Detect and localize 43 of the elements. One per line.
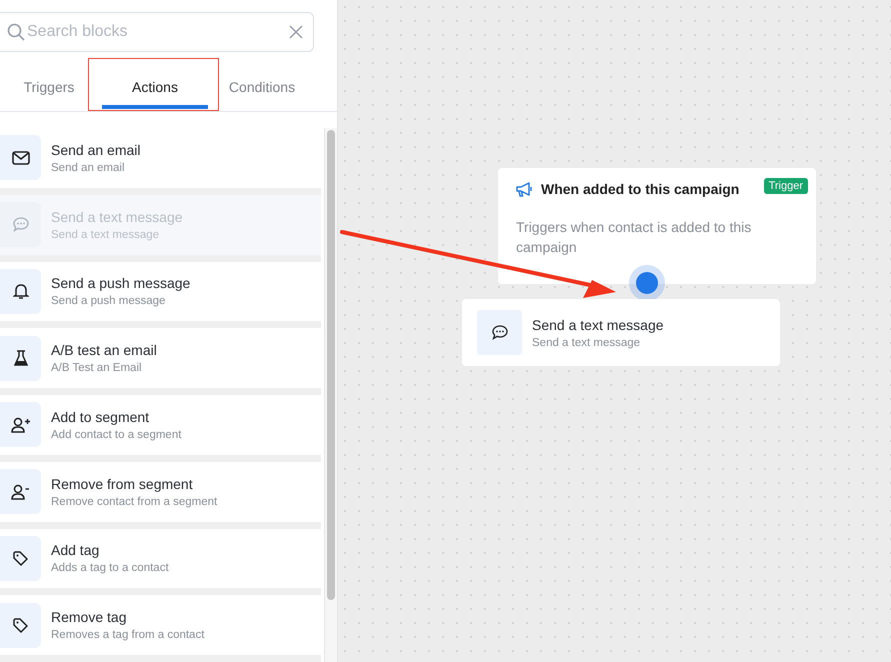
block-subtitle: Removes a tag from a contact (51, 629, 204, 642)
tab[interactable]: Triggers (0, 66, 98, 111)
block-subtitle: Add contact to a segment (51, 428, 182, 441)
block-title: Remove tag (51, 609, 128, 626)
chat-bubble-icon (492, 325, 508, 340)
block-subtitle: Send a text message (51, 228, 160, 241)
block-item[interactable]: Send a push message Send a push message (0, 262, 321, 328)
block-subtitle: A/B Test an Email (51, 362, 143, 374)
user-minus-icon (10, 484, 30, 500)
connection-handle[interactable] (636, 272, 658, 294)
block-subtitle: Send an email (51, 162, 126, 174)
node-subtitle: Send a text message (532, 336, 642, 348)
flask-icon (14, 350, 28, 366)
block-title: Remove from segment (51, 476, 194, 492)
search-icon (7, 23, 25, 41)
block-title: Send an email (51, 142, 141, 158)
envelope-icon (12, 150, 30, 165)
node-description: Triggers when contact is added to this campaign (516, 218, 752, 257)
node-title: Send a text message (532, 316, 664, 332)
block-subtitle: Remove contact from a segment (51, 496, 218, 508)
block-subtitle: Adds a tag to a contact (51, 562, 169, 574)
bell-icon (12, 282, 28, 300)
block-title: A/B test an email (51, 342, 157, 358)
user-plus-icon (10, 416, 30, 433)
search-field[interactable]: Search blocks (0, 12, 314, 52)
block-title: Send a push message (51, 275, 190, 292)
tag-icon (13, 618, 28, 633)
tab[interactable]: Actions (102, 66, 208, 109)
block-item[interactable]: Add tag Adds a tag to a contact (0, 528, 321, 596)
block-title: Add to segment (51, 408, 150, 425)
trigger-node[interactable]: When added to this campaign Trigger Triggers when contact is added to this campaign (498, 168, 816, 284)
block-subtitle: Send a push message (51, 295, 166, 308)
trigger-badge: Trigger (764, 178, 808, 194)
action-node[interactable]: Send a text message Send a text message (462, 299, 780, 366)
block-title: Add tag (51, 542, 100, 558)
close-icon[interactable] (289, 25, 303, 39)
chat-bubble-icon (12, 217, 28, 232)
megaphone-icon (516, 182, 533, 196)
block-title: Send a text message (51, 208, 183, 225)
tag-icon (13, 550, 28, 566)
scrollbar-thumb[interactable] (327, 130, 335, 600)
tab[interactable]: Conditions (212, 66, 312, 111)
node-title: When added to this campaign (541, 181, 740, 197)
